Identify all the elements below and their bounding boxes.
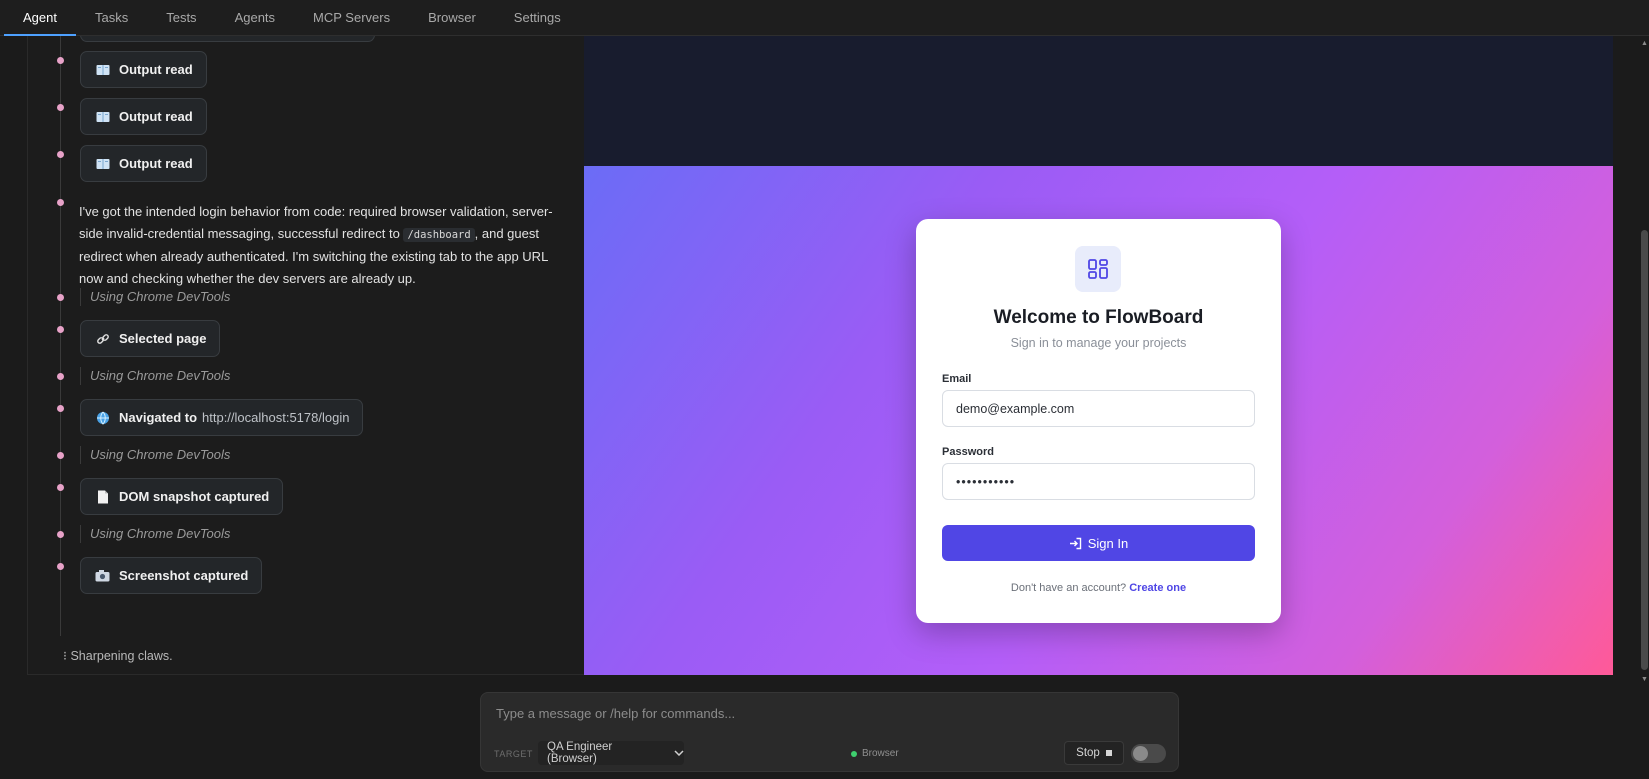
timeline-dot	[57, 151, 64, 158]
timeline-dot	[57, 326, 64, 333]
browser-preview[interactable]: Welcome to FlowBoard Sign in to manage y…	[584, 36, 1613, 675]
agent-timeline-panel: Output read Output read Output read I've…	[27, 36, 584, 675]
book-icon	[95, 109, 110, 124]
no-account-text: Don't have an account?	[1010, 582, 1127, 594]
top-tab-bar: Agent Tasks Tests Agents MCP Servers Bro…	[0, 0, 1649, 36]
tab-settings[interactable]: Settings	[495, 0, 580, 35]
spinner-icon: ⁝	[63, 649, 67, 663]
message-composer: Type a message or /help for commands... …	[480, 692, 1179, 772]
app-logo-icon	[1075, 246, 1121, 292]
status-dot-icon	[851, 750, 857, 757]
tab-browser[interactable]: Browser	[409, 0, 495, 35]
sign-in-label: Sign In	[1087, 535, 1129, 551]
password-field[interactable]: •••••••••••	[942, 463, 1255, 500]
output-read-step[interactable]: Output read	[80, 51, 207, 88]
timeline-dot	[57, 104, 64, 111]
scroll-down-icon[interactable]: ▼	[1641, 676, 1648, 683]
login-arrow-icon	[1069, 537, 1082, 550]
selected-page-step[interactable]: Selected page	[80, 320, 221, 357]
timeline-dot	[57, 563, 64, 570]
step-label: Navigated to	[119, 410, 198, 425]
tab-agent[interactable]: Agent	[4, 0, 76, 36]
timeline-rail	[60, 36, 61, 636]
tool-usage-label: Using Chrome DevTools	[80, 446, 230, 464]
timeline-dot	[57, 405, 64, 412]
timeline-dot	[57, 57, 64, 64]
document-icon	[95, 489, 110, 504]
tool-usage-label: Using Chrome DevTools	[80, 288, 230, 306]
scroll-up-icon[interactable]: ▲	[1641, 40, 1648, 47]
camera-icon	[95, 568, 110, 583]
book-icon	[95, 62, 110, 77]
message-code: /dashboard	[403, 227, 475, 242]
browser-status: Browser	[851, 748, 899, 759]
password-label: Password	[942, 446, 994, 458]
previous-step-card	[80, 36, 375, 42]
browser-status-text: Browser	[862, 748, 899, 759]
mode-toggle[interactable]	[1131, 744, 1166, 763]
stop-label: Stop	[1076, 747, 1100, 759]
toggle-knob	[1133, 746, 1148, 761]
timeline-dot	[57, 294, 64, 301]
login-subtitle: Sign in to manage your projects	[1010, 336, 1187, 350]
timeline-dot	[57, 531, 64, 538]
screenshot-step[interactable]: Screenshot captured	[80, 557, 263, 594]
target-value: QA Engineer (Browser)	[547, 741, 613, 765]
tab-tests[interactable]: Tests	[147, 0, 215, 35]
step-label: Selected page	[119, 331, 207, 346]
timeline-dot	[57, 373, 64, 380]
email-label: Email	[942, 373, 972, 385]
link-icon	[95, 331, 110, 346]
email-field[interactable]: demo@example.com	[942, 390, 1255, 427]
chevron-down-icon	[674, 750, 684, 756]
create-account-link[interactable]: Create one	[1129, 582, 1186, 594]
main-scrollbar[interactable]: ▲ ▼	[1640, 40, 1649, 683]
signup-prompt: Don't have an account? Create one	[916, 582, 1281, 594]
step-label: Output read	[119, 62, 193, 77]
tool-usage-label: Using Chrome DevTools	[80, 525, 230, 543]
step-label: Output read	[119, 109, 193, 124]
tool-usage-label: Using Chrome DevTools	[80, 367, 230, 385]
status-text: Sharpening claws.	[70, 649, 173, 663]
stop-button[interactable]: Stop	[1064, 741, 1124, 765]
login-title: Welcome to FlowBoard	[993, 307, 1204, 328]
step-label: Screenshot captured	[119, 568, 249, 583]
target-select[interactable]: QA Engineer (Browser)	[538, 741, 684, 765]
dom-snapshot-step[interactable]: DOM snapshot captured	[80, 478, 284, 515]
timeline-dot	[57, 452, 64, 459]
navigated-step[interactable]: Navigated to http://localhost:5178/login	[80, 399, 364, 436]
target-label: TARGET	[494, 749, 533, 759]
book-icon	[95, 156, 110, 171]
output-read-step[interactable]: Output read	[80, 98, 207, 135]
timeline-dot	[57, 199, 64, 206]
stop-square-icon	[1105, 750, 1112, 756]
globe-icon	[95, 410, 110, 425]
tab-agents[interactable]: Agents	[216, 0, 294, 35]
output-read-step[interactable]: Output read	[80, 145, 207, 182]
message-input[interactable]: Type a message or /help for commands...	[496, 706, 735, 721]
timeline-dot	[57, 484, 64, 491]
agent-message: I've got the intended login behavior fro…	[79, 201, 569, 289]
navigated-url[interactable]: http://localhost:5178/login	[202, 410, 349, 425]
login-card: Welcome to FlowBoard Sign in to manage y…	[916, 219, 1281, 623]
step-label: DOM snapshot captured	[119, 489, 270, 504]
page-header-area	[584, 36, 1613, 166]
thinking-status: ⁝ Sharpening claws.	[63, 648, 173, 663]
sign-in-button[interactable]: Sign In	[942, 525, 1255, 561]
step-label: Output read	[119, 156, 193, 171]
tab-mcp-servers[interactable]: MCP Servers	[294, 0, 409, 35]
scrollbar-thumb[interactable]	[1641, 230, 1648, 670]
tab-tasks[interactable]: Tasks	[76, 0, 147, 35]
